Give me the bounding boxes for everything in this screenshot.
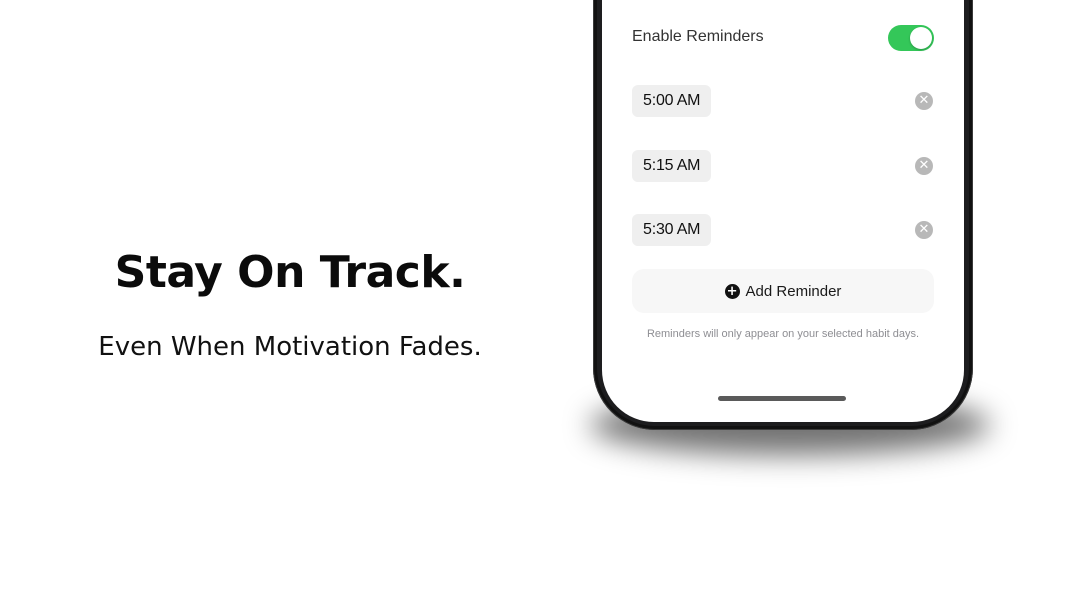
phone-screen: Enable Reminders 5:00 AM ✕ 5:15 AM ✕ 5:3… — [602, 0, 964, 422]
add-reminder-button[interactable]: + Add Reminder — [632, 269, 934, 313]
enable-reminders-row: Enable Reminders — [632, 23, 934, 53]
reminder-row: 5:15 AM ✕ — [632, 150, 934, 182]
plus-circle-icon: + — [724, 283, 740, 299]
toggle-knob — [910, 27, 932, 49]
close-circle-icon[interactable]: ✕ — [915, 92, 933, 110]
add-reminder-label: Add Reminder — [745, 282, 842, 300]
reminder-time[interactable]: 5:00 AM — [632, 85, 712, 117]
enable-reminders-toggle[interactable] — [888, 25, 934, 51]
home-indicator[interactable] — [718, 396, 846, 401]
phone-frame: Enable Reminders 5:00 AM ✕ 5:15 AM ✕ 5:3… — [593, 0, 973, 430]
close-circle-icon[interactable]: ✕ — [915, 157, 933, 175]
subheadline: Even When Motivation Fades. — [98, 332, 482, 362]
reminder-row: 5:00 AM ✕ — [632, 85, 934, 117]
close-circle-icon[interactable]: ✕ — [915, 221, 933, 239]
reminder-time[interactable]: 5:15 AM — [632, 150, 712, 182]
reminder-time[interactable]: 5:30 AM — [632, 214, 712, 246]
headline: Stay On Track. — [114, 247, 466, 298]
reminder-row: 5:30 AM ✕ — [632, 214, 934, 246]
promo-stage: Stay On Track. Even When Motivation Fade… — [0, 0, 1080, 607]
enable-reminders-label: Enable Reminders — [632, 28, 764, 45]
reminders-footnote: Reminders will only appear on your selec… — [646, 328, 920, 340]
